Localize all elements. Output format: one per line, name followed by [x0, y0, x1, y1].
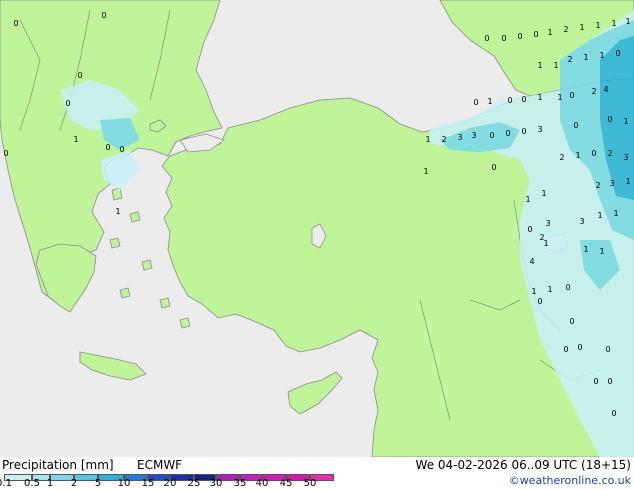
value-label: 1 [115, 207, 120, 216]
value-label: 0 [101, 11, 106, 20]
value-label: 1 [553, 61, 558, 70]
value-label: 4 [529, 257, 534, 266]
value-label: 2 [607, 149, 612, 158]
value-label: 1 [525, 195, 530, 204]
value-label: 0 [489, 131, 494, 140]
value-label: 1 [425, 135, 430, 144]
value-label: 1 [73, 135, 78, 144]
value-label: 0 [517, 32, 522, 41]
legend-tick: 30 [209, 478, 223, 489]
value-label: 1 [597, 211, 602, 220]
legend-tick: 2 [70, 478, 78, 489]
precipitation-map[interactable]: 0000121111112110420110001213300030010121… [0, 0, 634, 457]
value-label: 0 [569, 317, 574, 326]
value-label: 1 [541, 189, 546, 198]
value-label: 2 [591, 87, 596, 96]
legend-tick: 50 [303, 478, 317, 489]
map-footer: Precipitation [mm] ECMWF We 04-02-2026 0… [0, 457, 634, 490]
legend-tick: 20 [163, 478, 177, 489]
value-label: 0 [505, 129, 510, 138]
value-label: 0 [501, 34, 506, 43]
value-label: 0 [611, 409, 616, 418]
value-label: 0 [577, 343, 582, 352]
value-label: 1 [537, 61, 542, 70]
value-label: 0 [65, 99, 70, 108]
value-label: 0 [533, 30, 538, 39]
value-label: 0 [537, 297, 542, 306]
map-title: Precipitation [mm] [2, 458, 114, 472]
value-label: 1 [583, 53, 588, 62]
value-label: 3 [537, 125, 542, 134]
value-label: 3 [623, 153, 628, 162]
value-label: 3 [545, 219, 550, 228]
value-label: 1 [599, 247, 604, 256]
value-label: 0 [591, 149, 596, 158]
value-label: 0 [527, 225, 532, 234]
value-label: 2 [559, 153, 564, 162]
model-name: ECMWF [137, 458, 183, 472]
value-label: 0 [565, 283, 570, 292]
legend-tick: 45 [279, 478, 293, 489]
value-label: 0 [615, 49, 620, 58]
value-label: 0 [521, 95, 526, 104]
value-label: 1 [599, 51, 604, 60]
value-label: 1 [543, 239, 548, 248]
value-label: 0 [507, 96, 512, 105]
legend-tick: 25 [187, 478, 201, 489]
value-label: 0 [105, 143, 110, 152]
value-label: 1 [623, 117, 628, 126]
value-label: 0 [605, 345, 610, 354]
value-label: 0 [569, 91, 574, 100]
legend-tick: 10 [117, 478, 131, 489]
value-label: 2 [595, 181, 600, 190]
legend-tick: 0.5 [24, 478, 40, 489]
value-label: 1 [611, 19, 616, 28]
credit-link[interactable]: ©weatheronline.co.uk [509, 474, 631, 487]
legend-tick: 40 [255, 478, 269, 489]
value-label: 1 [557, 93, 562, 102]
value-label: 4 [603, 85, 608, 94]
legend-tick: 0.1 [0, 478, 12, 489]
value-label: 0 [473, 98, 478, 107]
value-label: 3 [609, 179, 614, 188]
legend-tick: 15 [141, 478, 155, 489]
value-label: 1 [487, 97, 492, 106]
value-label: 1 [575, 151, 580, 160]
value-label: 1 [613, 209, 618, 218]
value-label: 1 [625, 177, 630, 186]
value-label: 0 [607, 377, 612, 386]
value-label: 0 [607, 115, 612, 124]
value-label: 1 [579, 23, 584, 32]
legend-tick: 1 [46, 478, 54, 489]
value-label: 0 [573, 121, 578, 130]
value-label: 1 [547, 28, 552, 37]
value-label: 0 [593, 377, 598, 386]
value-label: 0 [491, 163, 496, 172]
value-label: 1 [625, 17, 630, 26]
value-label: 1 [531, 287, 536, 296]
legend-tick: 5 [94, 478, 102, 489]
value-label: 0 [484, 34, 489, 43]
value-label: 3 [457, 133, 462, 142]
value-label: 3 [471, 131, 476, 140]
value-label: 0 [3, 149, 8, 158]
value-label: 1 [423, 167, 428, 176]
value-label: 0 [13, 19, 18, 28]
legend-tick: 35 [233, 478, 247, 489]
value-label: 1 [595, 21, 600, 30]
value-label: 2 [567, 55, 572, 64]
value-label: 0 [563, 345, 568, 354]
value-label: 0 [77, 71, 82, 80]
value-label: 1 [547, 285, 552, 294]
forecast-datetime: We 04-02-2026 06..09 UTC (18+15) [415, 458, 631, 472]
value-label: 0 [119, 145, 124, 154]
value-label: 1 [537, 93, 542, 102]
value-label: 2 [563, 25, 568, 34]
value-label: 2 [441, 135, 446, 144]
value-label: 1 [583, 245, 588, 254]
value-label: 0 [521, 127, 526, 136]
value-label: 3 [579, 217, 584, 226]
